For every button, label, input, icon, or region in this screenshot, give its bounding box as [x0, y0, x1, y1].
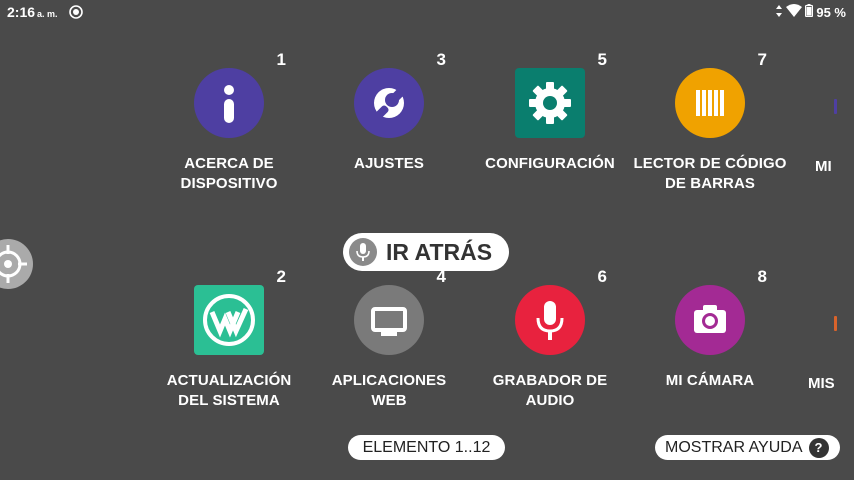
- status-bar: 2:16 a. m. 95 %: [0, 0, 854, 24]
- tile-label-line1: APLICACIONES: [331, 372, 447, 389]
- item-range-label: ELEMENTO 1..12: [362, 438, 491, 456]
- crosshair-button[interactable]: [0, 239, 33, 289]
- tile-about-device[interactable]: 1 ACERCA DE DISPOSITIVO: [149, 50, 309, 200]
- tile-web-apps[interactable]: 4 APLICACIONES WEB: [309, 267, 469, 417]
- partial-tile-label-top[interactable]: MI: [815, 158, 832, 175]
- tile-configuration[interactable]: 5 CONFIGURACIÓN: [470, 50, 630, 200]
- data-arrows-icon: [775, 4, 783, 20]
- tile-label-line2: DEL SISTEMA: [178, 392, 280, 409]
- tile-label: LECTOR DE CÓDIGO DE BARRAS: [630, 154, 790, 194]
- tile-number: 6: [597, 267, 607, 286]
- show-help-label: MOSTRAR AYUDA: [665, 438, 803, 456]
- microphone-icon: [349, 238, 377, 266]
- sync-icon: [69, 5, 83, 24]
- tile-number: 8: [757, 267, 767, 286]
- crosshair-icon: [0, 245, 27, 283]
- clock-time: 2:16: [7, 4, 36, 20]
- tile-system-update[interactable]: 2 ACTUALIZACIÓN DEL SISTEMA: [149, 267, 309, 417]
- tile-label: CONFIGURACIÓN: [470, 154, 630, 174]
- system-update-icon: [194, 285, 264, 355]
- tile-label-line1: ACERCA DE: [184, 155, 274, 172]
- tile-label-line2: WEB: [371, 392, 407, 409]
- wifi-icon: [786, 4, 803, 20]
- tile-label: APLICACIONES WEB: [309, 371, 469, 411]
- microphone-icon: [515, 285, 585, 355]
- tile-label-line2: DISPOSITIVO: [180, 175, 278, 192]
- show-help-button[interactable]: MOSTRAR AYUDA ?: [655, 435, 840, 460]
- info-icon: [194, 68, 264, 138]
- wrench-icon: [354, 68, 424, 138]
- go-back-button[interactable]: IR ATRÁS: [343, 233, 509, 271]
- tile-label-line1: AJUSTES: [354, 155, 424, 172]
- tile-label-line1: CONFIGURACIÓN: [485, 155, 615, 172]
- item-range-button[interactable]: ELEMENTO 1..12: [348, 435, 505, 460]
- status-indicators: 95 %: [775, 4, 846, 20]
- partial-tile-icon: [834, 99, 837, 114]
- tile-label-line1: ACTUALIZACIÓN: [166, 372, 292, 389]
- tile-number: 5: [597, 50, 607, 69]
- tile-number: 3: [436, 50, 446, 69]
- tile-label-line1: GRABADOR DE: [492, 372, 608, 389]
- barcode-icon: [675, 68, 745, 138]
- monitor-icon: [354, 285, 424, 355]
- tile-label: MI CÁMARA: [630, 371, 790, 391]
- battery-percent: 95 %: [816, 4, 846, 20]
- tile-label-line2: DE BARRAS: [664, 175, 756, 192]
- partial-tile-label-bottom[interactable]: MIS: [808, 375, 835, 392]
- status-time: 2:16 a. m.: [7, 4, 58, 20]
- partial-tile-icon: [834, 316, 837, 331]
- battery-icon: [805, 4, 814, 20]
- tile-number: 2: [276, 267, 286, 286]
- tile-barcode-reader[interactable]: 7 LECTOR DE CÓDIGO DE BARRAS: [630, 50, 790, 200]
- tile-label-line2: AUDIO: [525, 392, 575, 409]
- tile-number: 7: [757, 50, 767, 69]
- tile-label: AJUSTES: [309, 154, 469, 174]
- tile-label: GRABADOR DE AUDIO: [470, 371, 630, 411]
- go-back-label: IR ATRÁS: [386, 238, 493, 265]
- camera-icon: [675, 285, 745, 355]
- tile-number: 1: [276, 50, 286, 69]
- tile-label-line1: MI CÁMARA: [665, 372, 755, 389]
- tile-label-line1: LECTOR DE CÓDIGO: [633, 155, 787, 172]
- tile-settings[interactable]: 3 AJUSTES: [309, 50, 469, 200]
- tile-camera[interactable]: 8 MI CÁMARA: [630, 267, 790, 417]
- help-icon: ?: [808, 437, 829, 458]
- clock-ampm: a. m.: [37, 9, 58, 19]
- tile-audio-recorder[interactable]: 6 GRABADOR DE AUDIO: [470, 267, 630, 417]
- tile-label: ACERCA DE DISPOSITIVO: [149, 154, 309, 194]
- tile-label: ACTUALIZACIÓN DEL SISTEMA: [149, 371, 309, 411]
- gear-icon: [515, 68, 585, 138]
